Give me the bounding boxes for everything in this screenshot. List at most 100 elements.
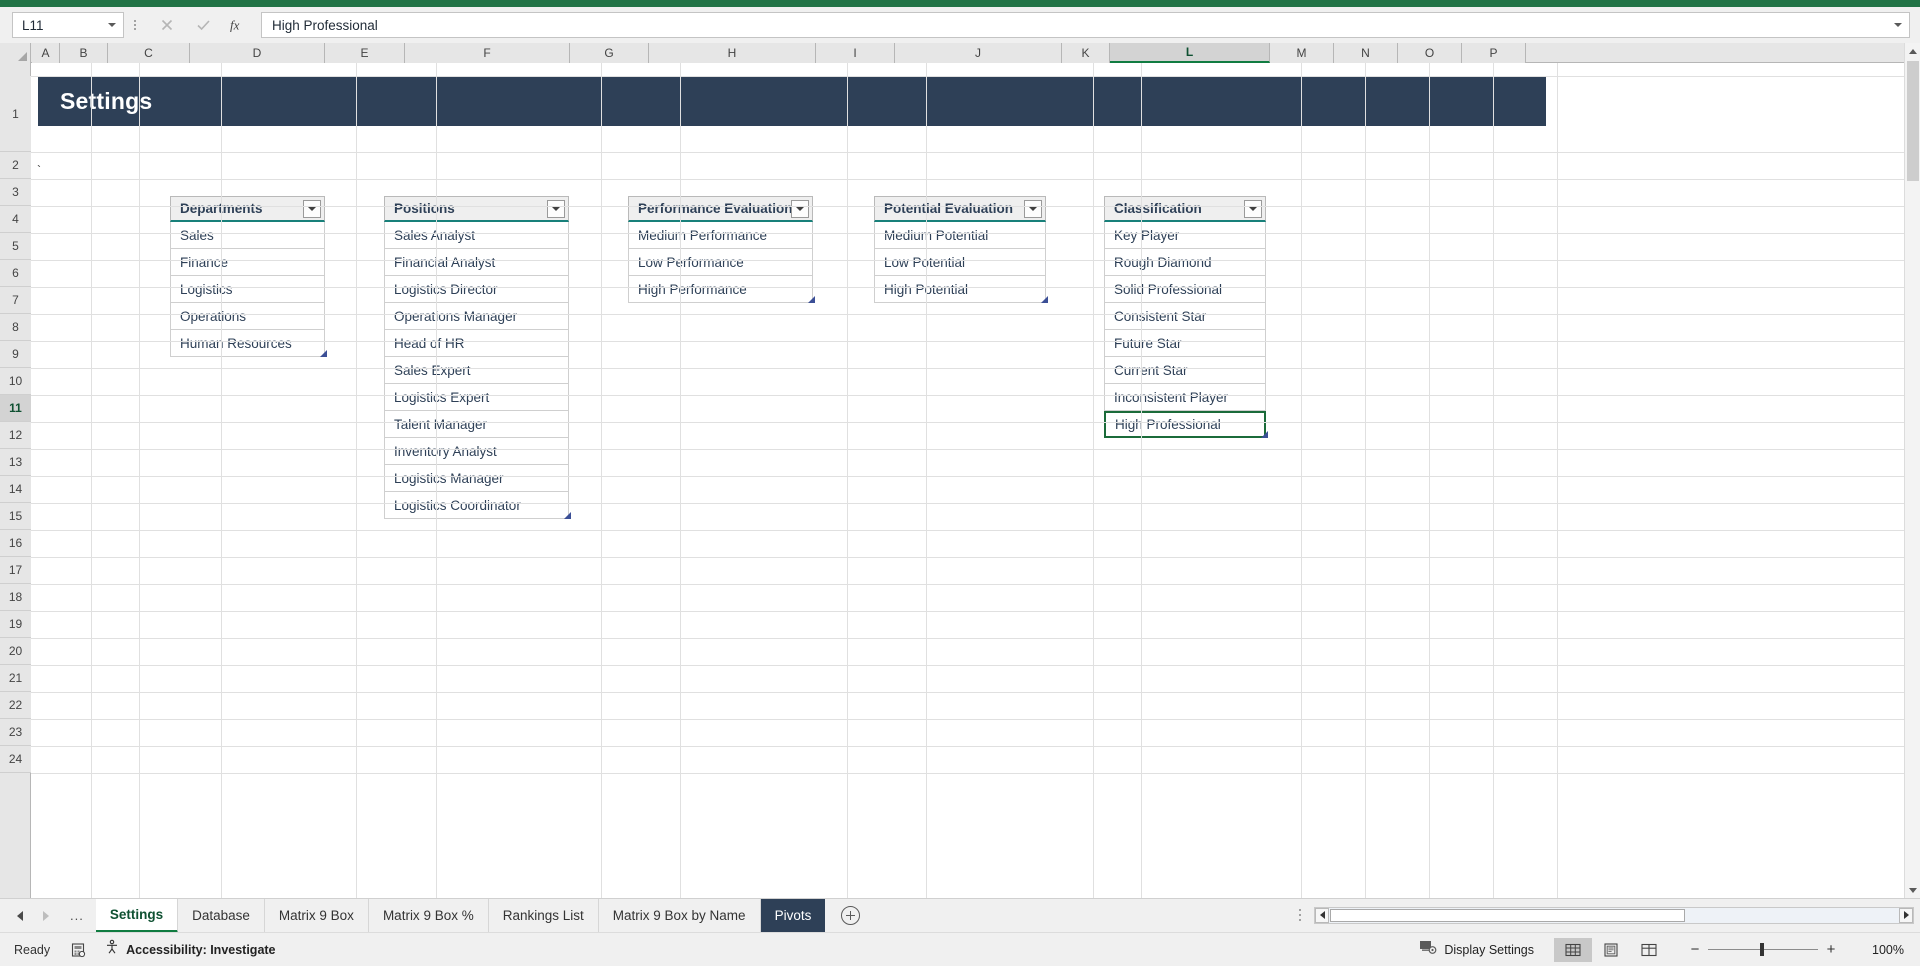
table-row[interactable]: Talent Manager [384,411,569,438]
table-row[interactable]: Logistics [170,276,325,303]
sheet-tab-rankings-list[interactable]: Rankings List [489,899,599,933]
filter-dropdown-icon[interactable] [791,200,809,218]
table-row[interactable]: Medium Performance [628,222,813,249]
filter-dropdown-icon[interactable] [1244,200,1262,218]
scroll-left-icon[interactable] [1315,908,1329,923]
column-header-c[interactable]: C [108,43,190,63]
page-break-view-icon[interactable] [1630,938,1668,962]
sheet-canvas[interactable]: Settings ` DepartmentsSalesFinanceLogist… [31,63,1920,898]
sheet-tab-matrix-9-box[interactable]: Matrix 9 Box % [369,899,489,933]
scroll-up-icon[interactable] [1905,43,1920,59]
row-header-7[interactable]: 7 [0,287,31,314]
column-header-g[interactable]: G [570,43,649,63]
row-header-5[interactable]: 5 [0,233,31,260]
table-row[interactable]: Human Resources [170,330,325,357]
table-row[interactable]: Inventory Analyst [384,438,569,465]
add-sheet-icon[interactable] [835,899,865,933]
table-row[interactable]: Sales Expert [384,357,569,384]
table-row[interactable]: Inconsistent Player [1104,384,1266,411]
row-header-20[interactable]: 20 [0,638,31,665]
table-row[interactable]: Current Star [1104,357,1266,384]
column-header-f[interactable]: F [405,43,570,63]
row-header-6[interactable]: 6 [0,260,31,287]
select-all-corner[interactable] [0,43,31,63]
row-header-19[interactable]: 19 [0,611,31,638]
name-box-dropdown-icon[interactable] [101,13,123,37]
column-header-k[interactable]: K [1062,43,1110,63]
table-resize-grip[interactable] [808,296,815,303]
table-row[interactable]: Operations Manager [384,303,569,330]
row-header-11[interactable]: 11 [0,395,31,422]
formula-input[interactable]: High Professional [261,12,1910,38]
sheet-nav-more-label[interactable]: ... [70,908,84,923]
filter-dropdown-icon[interactable] [1024,200,1042,218]
selected-cell[interactable]: High Professional [1104,411,1266,438]
zoom-slider-knob[interactable] [1760,943,1764,956]
table-row[interactable]: Sales [170,222,325,249]
table-row[interactable]: Rough Diamond [1104,249,1266,276]
table-row[interactable]: Key Player [1104,222,1266,249]
formula-bar-grip-icon[interactable] [127,12,143,38]
table-resize-grip[interactable] [320,350,327,357]
fx-icon[interactable]: fx [221,12,257,38]
row-header-10[interactable]: 10 [0,368,31,395]
table-row[interactable]: High Potential [874,276,1046,303]
row-header-16[interactable]: 16 [0,530,31,557]
sheet-tab-settings[interactable]: Settings [96,899,178,933]
scroll-right-icon[interactable] [1899,908,1913,923]
sheet-tab-pivots[interactable]: Pivots [761,899,826,933]
row-header-14[interactable]: 14 [0,476,31,503]
table-resize-grip[interactable] [1041,296,1048,303]
enter-icon[interactable] [185,12,221,38]
normal-view-icon[interactable] [1554,938,1592,962]
table-row[interactable]: Low Performance [628,249,813,276]
table-row[interactable]: Finance [170,249,325,276]
filter-dropdown-icon[interactable] [547,200,565,218]
column-header-l[interactable]: L [1110,43,1270,63]
row-header-8[interactable]: 8 [0,314,31,341]
scroll-down-icon[interactable] [1905,882,1920,898]
table-resize-grip[interactable] [564,512,571,519]
row-header-12[interactable]: 12 [0,422,31,449]
row-header-18[interactable]: 18 [0,584,31,611]
table-row[interactable]: Sales Analyst [384,222,569,249]
table-row[interactable]: Head of HR [384,330,569,357]
column-header-b[interactable]: B [60,43,108,63]
row-header-3[interactable]: 3 [0,179,31,206]
column-header-n[interactable]: N [1334,43,1398,63]
row-header-2[interactable]: 2 [0,152,31,179]
table-row[interactable]: Low Potential [874,249,1046,276]
page-layout-view-icon[interactable] [1592,938,1630,962]
column-header-o[interactable]: O [1398,43,1462,63]
formula-bar-expand-icon[interactable] [1887,13,1909,37]
column-header-h[interactable]: H [649,43,816,63]
record-macro-icon[interactable] [70,942,86,958]
nav-first-icon[interactable] [14,909,26,923]
zoom-in-button[interactable]: + [1818,939,1844,961]
scroll-split-grip-icon[interactable] [1292,905,1308,925]
row-header-15[interactable]: 15 [0,503,31,530]
table-row[interactable]: Financial Analyst [384,249,569,276]
row-header-9[interactable]: 9 [0,341,31,368]
row-header-13[interactable]: 13 [0,449,31,476]
cancel-icon[interactable] [149,12,185,38]
row-header-17[interactable]: 17 [0,557,31,584]
vertical-scrollbar[interactable] [1904,43,1920,898]
sheet-tab-database[interactable]: Database [178,899,265,933]
display-settings-button[interactable]: Display Settings [1419,939,1534,960]
column-header-e[interactable]: E [325,43,405,63]
row-header-22[interactable]: 22 [0,692,31,719]
horizontal-scrollbar[interactable] [1314,907,1914,924]
column-header-m[interactable]: M [1270,43,1334,63]
nav-last-icon[interactable] [40,909,52,923]
column-header-i[interactable]: I [816,43,895,63]
zoom-level-label[interactable]: 100% [1854,943,1904,957]
filter-dropdown-icon[interactable] [303,200,321,218]
row-header-24[interactable]: 24 [0,746,31,773]
row-header-4[interactable]: 4 [0,206,31,233]
row-header-23[interactable]: 23 [0,719,31,746]
column-header-j[interactable]: J [895,43,1062,63]
table-row[interactable]: Logistics Expert [384,384,569,411]
table-resize-grip[interactable] [1261,431,1268,438]
column-header-p[interactable]: P [1462,43,1526,63]
